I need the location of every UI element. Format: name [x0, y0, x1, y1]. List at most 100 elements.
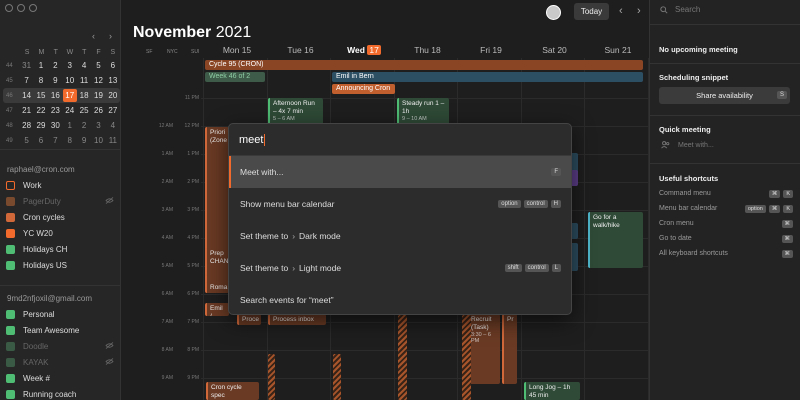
- mini-calendar-day[interactable]: 25: [77, 104, 91, 117]
- mini-calendar-day[interactable]: 10: [63, 74, 77, 87]
- mini-calendar-day[interactable]: 7: [19, 74, 33, 87]
- minimize-window-icon[interactable]: [17, 4, 25, 12]
- event-hatched-block[interactable]: [333, 354, 341, 400]
- event-recruit[interactable]: Recruit (Task) 3:30 – 6 PM: [466, 314, 500, 384]
- mini-calendar-day[interactable]: 4: [106, 119, 120, 132]
- command-item[interactable]: Set theme to › Dark mode: [229, 220, 571, 252]
- event-cron-cycle[interactable]: Cron cycle spec: [206, 382, 259, 400]
- event-hatched-block[interactable]: [268, 354, 275, 400]
- close-window-icon[interactable]: [5, 4, 13, 12]
- mini-calendar-day[interactable]: 18: [77, 89, 91, 102]
- search-input[interactable]: Search: [660, 5, 700, 14]
- calendar-item[interactable]: Cron cycles: [6, 209, 114, 225]
- calendar-item[interactable]: Work: [6, 177, 114, 193]
- mini-calendar-day[interactable]: 27: [106, 104, 120, 117]
- event-long-jog[interactable]: Long Jog – 1h 45 min: [524, 382, 580, 400]
- calendar-item[interactable]: Team Awesome: [6, 322, 114, 338]
- calendar-item[interactable]: KAYAK: [6, 354, 114, 370]
- mini-next-icon[interactable]: ›: [109, 31, 112, 41]
- share-availability-button[interactable]: Share availability S: [659, 87, 790, 104]
- mini-calendar-day[interactable]: 5: [91, 59, 105, 72]
- mini-calendar-day[interactable]: 12: [91, 74, 105, 87]
- event-go-walk[interactable]: Go for a walk/hike: [588, 212, 643, 268]
- next-week-icon[interactable]: ›: [637, 5, 641, 17]
- mini-calendar-day[interactable]: 2: [48, 59, 62, 72]
- mini-calendar-day[interactable]: 6: [34, 134, 48, 147]
- mini-calendar-day[interactable]: 15: [34, 89, 48, 102]
- command-item[interactable]: Set theme to › Light mode shift control L: [229, 252, 571, 284]
- mini-calendar-day[interactable]: 5: [19, 134, 33, 147]
- today-button[interactable]: Today: [574, 3, 609, 20]
- mini-calendar-day[interactable]: 1: [63, 119, 77, 132]
- mini-calendar-day[interactable]: 17: [62, 89, 77, 102]
- calendar-item[interactable]: Week #: [6, 370, 114, 386]
- event-prep[interactable]: Prep CHAN: [205, 248, 229, 276]
- day-header[interactable]: Tue 16: [269, 45, 333, 55]
- mini-calendar-day[interactable]: 3: [63, 59, 77, 72]
- event-pr[interactable]: Pr: [502, 314, 517, 384]
- calendar-item[interactable]: Holidays US: [6, 257, 114, 273]
- mini-calendar-day[interactable]: 26: [91, 104, 105, 117]
- calendar-item[interactable]: Doodle: [6, 338, 114, 354]
- calendar-item[interactable]: Personal: [6, 306, 114, 322]
- zoom-window-icon[interactable]: [29, 4, 37, 12]
- command-item[interactable]: Meet with... F: [229, 156, 571, 188]
- quick-meeting-input[interactable]: Meet with...: [661, 141, 714, 149]
- allday-event-emil[interactable]: Emil in Bern: [332, 72, 643, 82]
- mini-calendar-day[interactable]: 9: [77, 134, 91, 147]
- mini-calendar-day[interactable]: 11: [77, 74, 91, 87]
- day-header[interactable]: Mon 15: [205, 45, 269, 55]
- mini-calendar-day[interactable]: 8: [63, 134, 77, 147]
- mini-calendar-day[interactable]: 24: [63, 104, 77, 117]
- eye-off-icon[interactable]: [105, 196, 114, 206]
- command-item[interactable]: Show menu bar calendar option control H: [229, 188, 571, 220]
- allday-event-cycle[interactable]: Cycle 95 (CRON): [205, 60, 643, 70]
- mini-calendar-day[interactable]: 16: [48, 89, 62, 102]
- mini-calendar-day[interactable]: 22: [34, 104, 48, 117]
- mini-calendar-day[interactable]: 10: [91, 134, 105, 147]
- calendar-item[interactable]: YC W20: [6, 225, 114, 241]
- calendar-item[interactable]: PagerDuty: [6, 193, 114, 209]
- mini-calendar-day[interactable]: 29: [34, 119, 48, 132]
- command-search-input[interactable]: meet: [229, 124, 571, 156]
- mini-calendar-day[interactable]: 9: [48, 74, 62, 87]
- event-hatched-block[interactable]: [398, 315, 407, 400]
- calendar-item[interactable]: Holidays CH: [6, 241, 114, 257]
- mini-calendar-day[interactable]: 11: [106, 134, 120, 147]
- event-proce[interactable]: Proce: [237, 314, 261, 325]
- mini-prev-icon[interactable]: ‹: [92, 31, 95, 41]
- mini-calendar-day[interactable]: 30: [48, 119, 62, 132]
- mini-calendar-day[interactable]: 6: [106, 59, 120, 72]
- mini-calendar-day[interactable]: 31: [19, 59, 33, 72]
- allday-event-week[interactable]: Week 46 of 2: [205, 72, 265, 82]
- event-hatched-block[interactable]: [462, 315, 471, 400]
- allday-event-announcing[interactable]: Announcing Cron: [332, 84, 395, 94]
- mini-calendar-day[interactable]: 13: [106, 74, 120, 87]
- mini-calendar-day[interactable]: 14: [19, 89, 33, 102]
- eye-off-icon[interactable]: [105, 357, 114, 367]
- prev-week-icon[interactable]: ‹: [619, 5, 623, 17]
- command-item[interactable]: Search events for “meet”: [229, 284, 571, 314]
- mini-calendar-day[interactable]: 8: [34, 74, 48, 87]
- mini-calendar-day[interactable]: 2: [77, 119, 91, 132]
- mini-calendar-day[interactable]: 4: [77, 59, 91, 72]
- mini-calendar-day[interactable]: 3: [91, 119, 105, 132]
- day-header[interactable]: Fri 19: [459, 45, 523, 55]
- eye-off-icon[interactable]: [105, 341, 114, 351]
- day-header[interactable]: Sun 21: [586, 45, 650, 55]
- day-header[interactable]: Thu 18: [396, 45, 460, 55]
- mini-calendar-day[interactable]: 28: [19, 119, 33, 132]
- mini-calendar-day[interactable]: 21: [19, 104, 33, 117]
- calendar-item[interactable]: Running coach: [6, 386, 114, 400]
- day-header[interactable]: Sat 20: [523, 45, 587, 55]
- mini-calendar-day[interactable]: 1: [34, 59, 48, 72]
- event-process-inbox[interactable]: Process inbox: [268, 314, 326, 325]
- mini-calendar-day[interactable]: 23: [48, 104, 62, 117]
- mini-calendar-day[interactable]: 20: [106, 89, 120, 102]
- mini-calendar-day[interactable]: 7: [48, 134, 62, 147]
- event-emil-mon[interactable]: Emil /: [205, 303, 229, 316]
- avatar[interactable]: [546, 5, 561, 20]
- day-header[interactable]: Wed 17: [332, 45, 396, 55]
- mini-calendar-day[interactable]: 19: [91, 89, 105, 102]
- event-roma[interactable]: Roma: [205, 282, 229, 293]
